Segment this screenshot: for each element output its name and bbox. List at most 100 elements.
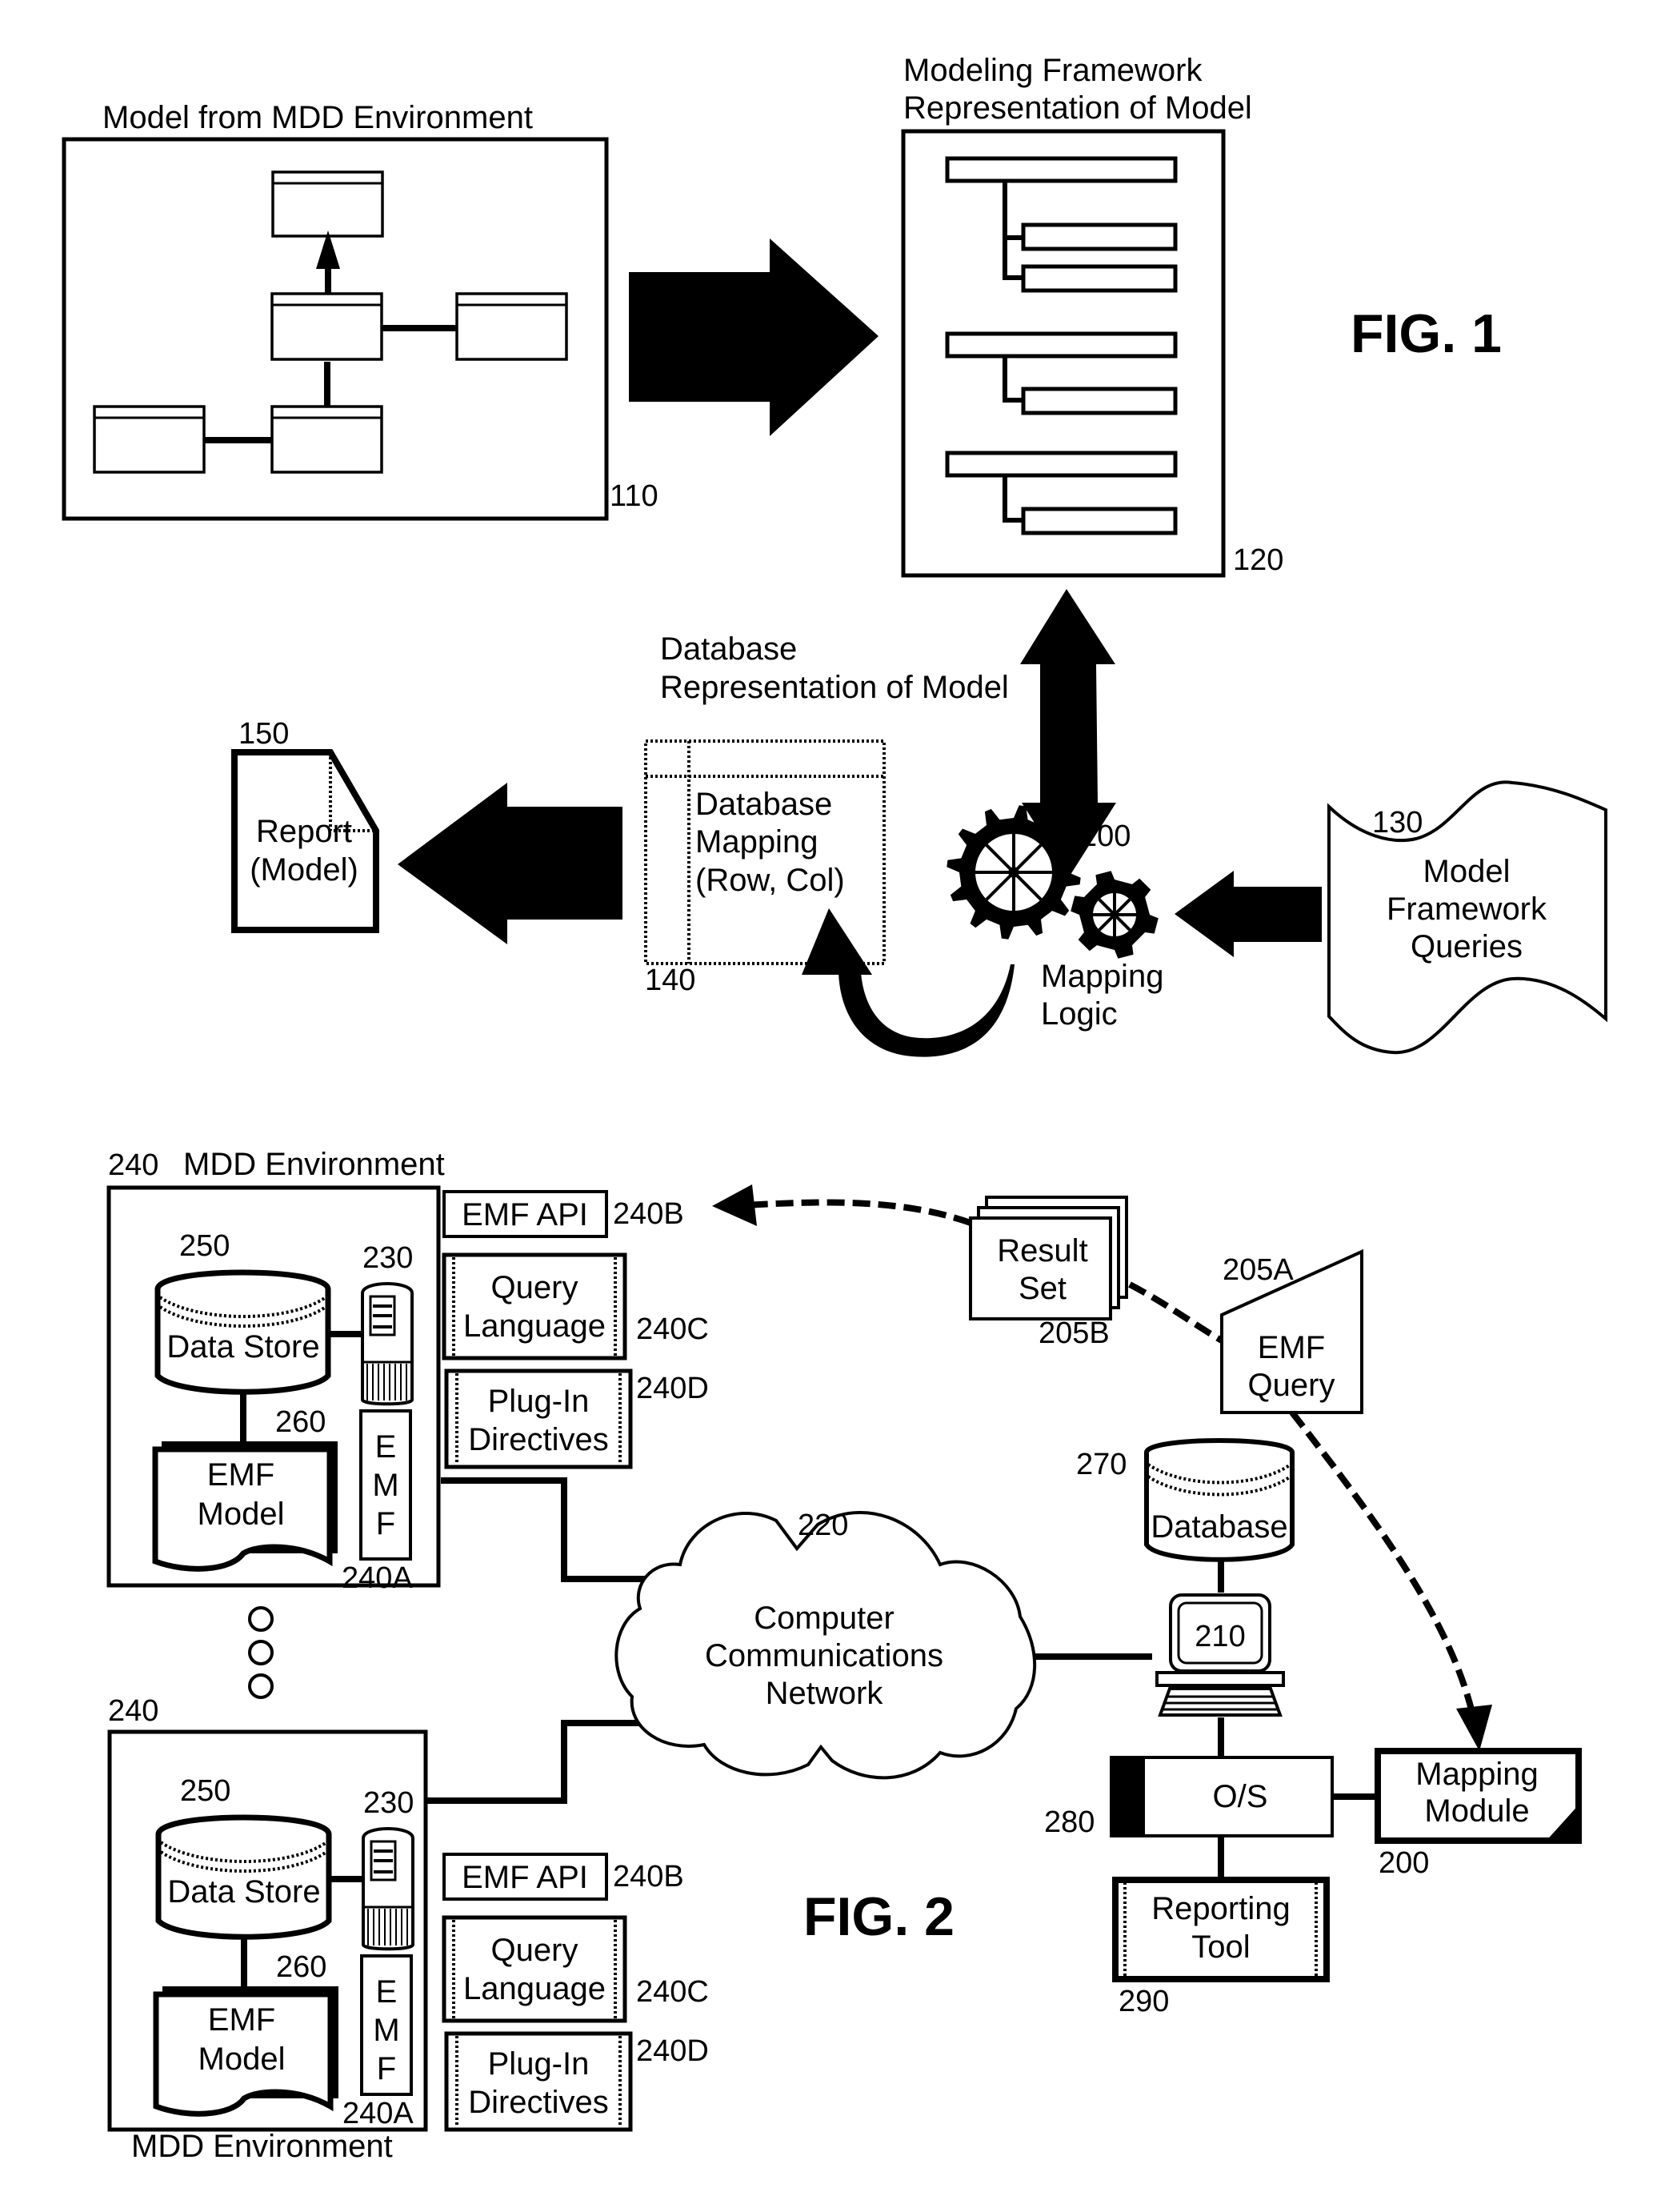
emf-model-line2: Model bbox=[198, 2042, 286, 2077]
database-rep-caption-line2: Representation of Model bbox=[660, 670, 1009, 705]
ellipsis-dot-icon bbox=[248, 1606, 274, 1632]
framework-caption-line2: Representation of Model bbox=[903, 90, 1252, 126]
ref-260: 260 bbox=[276, 1950, 326, 1984]
data-store-label: Data Store bbox=[166, 1329, 319, 1364]
transform-arrow-right-icon bbox=[629, 238, 879, 436]
plugin-line2: Directives bbox=[468, 1422, 609, 1457]
network-cloud: 220 Computer Communications Network bbox=[614, 1509, 1037, 1780]
dashed-flow-result-to-api bbox=[743, 1199, 972, 1226]
ref-240: 240 bbox=[108, 1694, 158, 1728]
emf-api-label: EMF API bbox=[462, 1197, 588, 1232]
ref-260: 260 bbox=[275, 1405, 326, 1439]
result-set-line2: Set bbox=[1019, 1271, 1067, 1306]
mdd-model-panel: Model from MDD Environment 110 bbox=[62, 100, 658, 521]
emf-query-line2: Query bbox=[1248, 1368, 1335, 1403]
curved-arrowhead-icon bbox=[802, 908, 872, 975]
large-gear-icon-hub bbox=[1008, 867, 1019, 878]
report-label-line1: Report bbox=[256, 814, 352, 849]
tree-node-child-2a bbox=[1021, 387, 1178, 415]
emf-query: 205A EMF Query bbox=[1220, 1248, 1363, 1414]
ref-240: 240 bbox=[108, 1148, 158, 1182]
query-language-line2: Language bbox=[463, 1308, 606, 1344]
queries-line2: Framework bbox=[1387, 892, 1547, 927]
framework-representation-panel: Modeling Framework Representation of Mod… bbox=[901, 53, 1283, 578]
ref-220: 220 bbox=[798, 1509, 848, 1542]
plugin-line2: Directives bbox=[468, 2085, 609, 2120]
computer-210: 210 bbox=[1155, 1593, 1285, 1717]
result-set-line1: Result bbox=[997, 1233, 1087, 1268]
uml-class-right bbox=[455, 292, 568, 361]
uml-class-bottom-left bbox=[93, 405, 206, 474]
queries-line1: Model bbox=[1423, 854, 1511, 889]
ellipsis-dot-icon bbox=[248, 1673, 274, 1699]
network-line2: Communications bbox=[705, 1638, 943, 1673]
reporting-tool-line1: Reporting bbox=[1151, 1891, 1290, 1926]
curved-arrow-body bbox=[839, 964, 1015, 1057]
reporting-tool-line2: Tool bbox=[1191, 1929, 1250, 1965]
emf-letter: F bbox=[376, 1506, 395, 1541]
ref-205b: 205B bbox=[1039, 1316, 1110, 1350]
mapping-module-line1: Mapping bbox=[1415, 1757, 1538, 1792]
report-document: 150 Report (Model) bbox=[231, 717, 379, 933]
framework-queries-document: 130 Model Framework Queries bbox=[1327, 780, 1607, 1055]
ref-250: 250 bbox=[179, 1229, 230, 1263]
uml-class-top bbox=[271, 170, 384, 238]
ref-150: 150 bbox=[238, 717, 289, 751]
reporting-tool: Reporting Tool 290 bbox=[1112, 1877, 1330, 2018]
database-mapping-line2: Mapping bbox=[695, 824, 818, 860]
tree-node-child-1b bbox=[1021, 264, 1178, 293]
small-gear-icon-hub bbox=[1111, 912, 1118, 918]
data-store-label: Data Store bbox=[167, 1874, 320, 1909]
ref-230: 230 bbox=[363, 1786, 414, 1820]
environment-caption: MDD Environment bbox=[183, 1147, 445, 1182]
ref-210: 210 bbox=[1195, 1620, 1245, 1653]
fig2-title: FIG. 2 bbox=[803, 1886, 955, 1947]
query-language-line1: Query bbox=[491, 1270, 578, 1305]
database-label: Database bbox=[1151, 1509, 1287, 1545]
ref-270: 270 bbox=[1076, 1448, 1127, 1481]
network-link-env-top bbox=[441, 1477, 693, 1582]
dashed-flow-mapping-arrowhead-icon bbox=[1456, 1705, 1492, 1751]
ref-240c: 240C bbox=[636, 1975, 709, 2009]
emf-letter: E bbox=[375, 1429, 397, 1465]
database-mapping-line3: (Row, Col) bbox=[695, 863, 845, 898]
small-gear-icon bbox=[1071, 871, 1159, 959]
ref-240a: 240A bbox=[342, 2097, 414, 2130]
mdd-model-caption: Model from MDD Environment bbox=[102, 100, 533, 135]
fig2: 220 Computer Communications Network 240 M… bbox=[106, 1147, 1582, 2164]
ref-120: 120 bbox=[1233, 543, 1283, 577]
dashed-flow-query-to-mapping bbox=[1289, 1410, 1475, 1713]
ref-240d: 240D bbox=[636, 2034, 709, 2068]
fig1-title: FIG. 1 bbox=[1351, 303, 1502, 364]
tree-node-child-3a bbox=[1021, 507, 1178, 535]
ref-240b: 240B bbox=[613, 1860, 684, 1893]
emf-letter: M bbox=[373, 2013, 399, 2048]
emf-letter: E bbox=[376, 1974, 398, 2010]
query-language-line1: Query bbox=[491, 1933, 578, 1968]
os-box-band bbox=[1111, 1757, 1145, 1836]
tree-node-root-2 bbox=[945, 331, 1178, 359]
emf-letter: M bbox=[372, 1468, 398, 1503]
query-language-line2: Language bbox=[463, 1971, 606, 2006]
emf-letter: F bbox=[377, 2051, 396, 2086]
ref-110: 110 bbox=[610, 479, 658, 513]
queries-line3: Queries bbox=[1411, 929, 1523, 964]
emf-model-line1: EMF bbox=[207, 1457, 274, 1493]
tree-node-root-1 bbox=[945, 156, 1178, 183]
queries-arrow-left-icon bbox=[1175, 871, 1322, 957]
network-line1: Computer bbox=[754, 1601, 895, 1636]
ref-240b: 240B bbox=[613, 1197, 684, 1231]
patent-figure-sheet: Model from MDD Environment 110 Modeling … bbox=[62, 53, 1607, 2164]
emf-model-line2: Model bbox=[198, 1497, 285, 1532]
ref-230: 230 bbox=[362, 1241, 413, 1275]
computer-base bbox=[1155, 1671, 1285, 1687]
mdd-environment-top: 240 MDD Environment250Data Store230260EMF… bbox=[106, 1147, 709, 1595]
mdd-environment-bottom: 240MDD Environment250Data Store230260EMF… bbox=[107, 1694, 709, 2164]
dashed-flow-arrowhead-icon bbox=[712, 1184, 757, 1226]
mapping-logic-line2: Logic bbox=[1041, 996, 1118, 1032]
emf-api-label: EMF API bbox=[462, 1860, 588, 1895]
dashed-flow-query-to-result bbox=[1128, 1281, 1223, 1344]
ellipsis-dot-icon bbox=[248, 1640, 274, 1665]
report-label-line2: (Model) bbox=[250, 852, 358, 888]
operating-system: O/S 280 bbox=[1044, 1756, 1334, 1839]
